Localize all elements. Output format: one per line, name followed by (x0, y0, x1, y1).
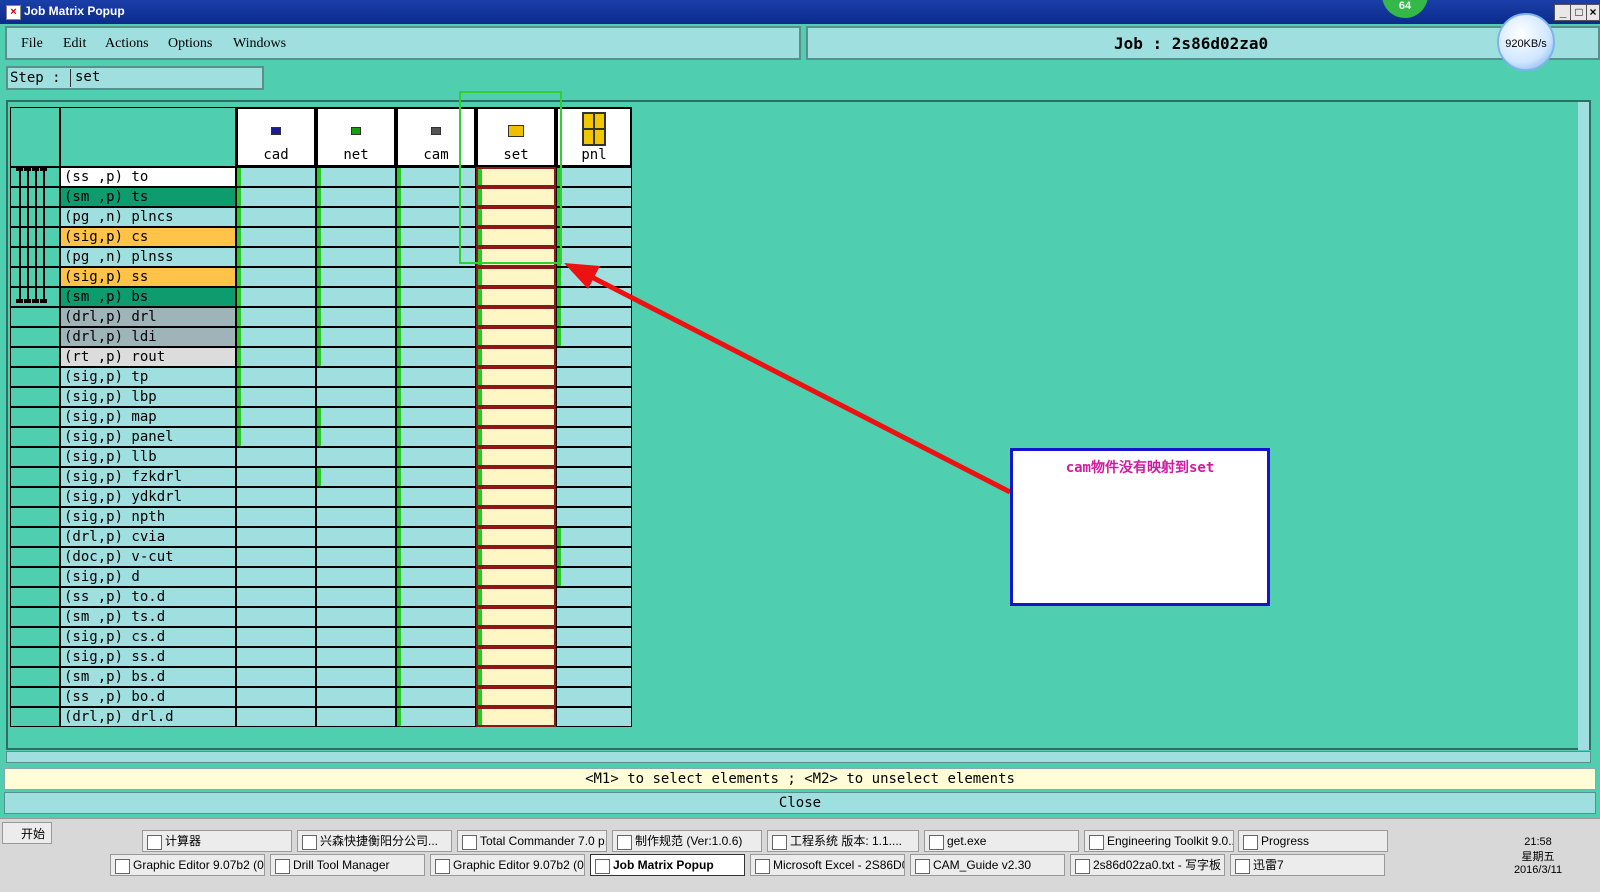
taskbar-item[interactable]: 制作规范 (Ver:1.0.6) (612, 830, 762, 852)
taskbar-item-label: Drill Tool Manager (293, 858, 390, 872)
taskbar-item-label: 工程系统 版本: 1.1.... (790, 834, 903, 848)
taskbar-item-label: Progress (1261, 834, 1310, 848)
clock: 21:58 星期五 2016/3/11 (1510, 836, 1566, 876)
taskbar-item[interactable]: 计算器 (142, 830, 292, 852)
window-icon (595, 859, 610, 874)
taskbar-item-label: Total Commander 7.0 p... (480, 834, 607, 848)
clock-date: 2016/3/11 (1513, 864, 1563, 876)
taskbar-item-label: Graphic Editor 9.07b2 (0... (453, 858, 585, 872)
taskbar-item[interactable]: Microsoft Excel - 2S86D0... (750, 854, 905, 876)
taskbar-item-label: 制作规范 (Ver:1.0.6) (635, 834, 743, 848)
horizontal-scrollbar[interactable] (6, 751, 1591, 763)
taskbar-item-label: get.exe (947, 834, 987, 848)
taskbar-item[interactable]: Graphic Editor 9.07b2 (0... (110, 854, 265, 876)
annotation-box: cam物件没有映射到set (1010, 448, 1270, 606)
taskbar-item-label: 计算器 (165, 834, 202, 848)
window-icon (915, 859, 930, 874)
window-icon (115, 859, 130, 874)
window-icon (302, 835, 317, 850)
taskbar-item-label: CAM_Guide v2.30 (933, 858, 1032, 872)
window-icon (617, 835, 632, 850)
taskbar-item[interactable]: Total Commander 7.0 p... (457, 830, 607, 852)
taskbar-item-label: 2s86d02za0.txt - 写字板 (1093, 858, 1222, 872)
taskbar-item-label: Microsoft Excel - 2S86D0... (773, 858, 905, 872)
taskbar-item-label: Graphic Editor 9.07b2 (0... (133, 858, 265, 872)
window-icon (147, 835, 162, 850)
taskbar-item-label: Job Matrix Popup (613, 858, 714, 872)
clock-weekday: 星期五 (1521, 851, 1555, 863)
taskbar-item-label: 迅雷7 (1253, 858, 1284, 872)
taskbar-item[interactable]: 迅雷7 (1230, 854, 1385, 876)
taskbar-item[interactable]: Progress (1238, 830, 1388, 852)
taskbar-item[interactable]: Drill Tool Manager (270, 854, 425, 876)
window-icon (772, 835, 787, 850)
window-icon (435, 859, 450, 874)
window-icon (1075, 859, 1090, 874)
taskbar-item[interactable]: 2s86d02za0.txt - 写字板 (1070, 854, 1225, 876)
close-button[interactable]: Close (4, 792, 1596, 814)
window-icon (462, 835, 477, 850)
clock-time: 21:58 (1524, 836, 1552, 848)
taskbar-item[interactable]: 兴森快捷衡阳分公司... (297, 830, 452, 852)
hint-text: <M1> to select elements ; <M2> to unsele… (4, 768, 1596, 790)
taskbar-item[interactable]: Job Matrix Popup (590, 854, 745, 876)
window-icon (1235, 859, 1250, 874)
taskbar-item-label: Engineering Toolkit 9.0... (1107, 834, 1234, 848)
start-button[interactable]: 开始 (2, 822, 52, 844)
taskbar-item[interactable]: Graphic Editor 9.07b2 (0... (430, 854, 585, 876)
window-icon (1243, 835, 1258, 850)
taskbar-item[interactable]: get.exe (924, 830, 1079, 852)
taskbar-item[interactable]: Engineering Toolkit 9.0... (1084, 830, 1234, 852)
window-icon (929, 835, 944, 850)
window-icon (275, 859, 290, 874)
window-icon (1089, 835, 1104, 850)
taskbar-item[interactable]: 工程系统 版本: 1.1.... (767, 830, 919, 852)
taskbar-item-label: 兴森快捷衡阳分公司... (320, 834, 439, 848)
taskbar-item[interactable]: CAM_Guide v2.30 (910, 854, 1065, 876)
annotation-text: cam物件没有映射到set (1065, 460, 1215, 476)
window-icon (755, 859, 770, 874)
